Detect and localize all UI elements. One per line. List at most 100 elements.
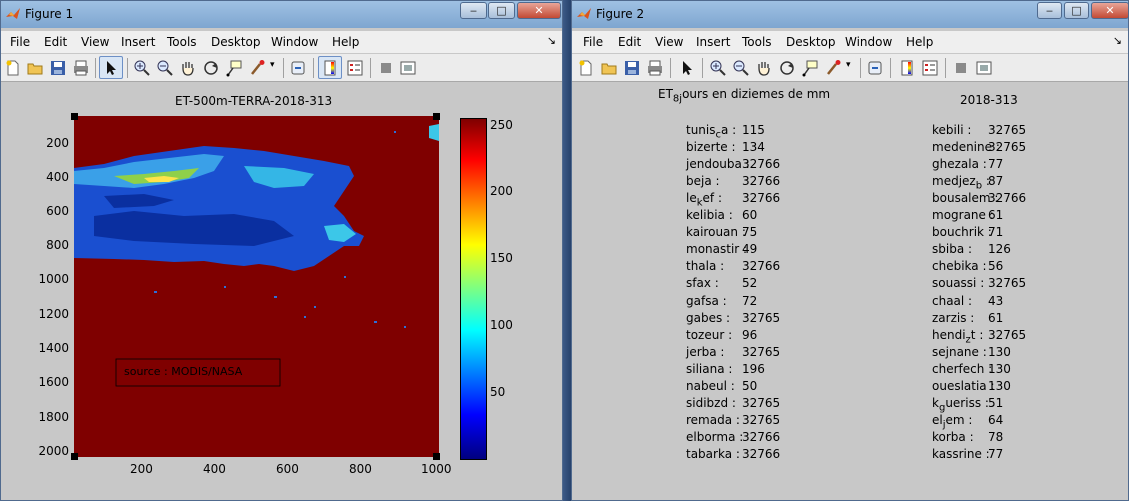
x-tick-label: 1000	[421, 462, 452, 476]
station-name-text: oueslatia :	[932, 378, 995, 393]
insert-colorbar-icon[interactable]	[321, 59, 339, 77]
station-name: remada :	[686, 413, 740, 427]
new-file-icon[interactable]	[577, 59, 595, 77]
y-tick-label: 1000	[38, 272, 69, 286]
menu-desktop[interactable]: Desktop	[786, 35, 836, 49]
y-tick-label: 800	[46, 238, 69, 252]
data-cursor-icon[interactable]	[225, 59, 243, 77]
dock-arrow-icon[interactable]: ↘	[547, 34, 556, 47]
station-name-text: gabes :	[686, 310, 731, 325]
x-tick-label: 800	[349, 462, 372, 476]
zoom-out-icon[interactable]	[732, 59, 750, 77]
rotate-3d-icon[interactable]	[778, 59, 796, 77]
new-file-icon[interactable]	[4, 59, 22, 77]
brush-icon[interactable]	[824, 59, 842, 77]
menu-insert[interactable]: Insert	[121, 35, 155, 49]
insert-legend-icon[interactable]	[921, 59, 939, 77]
menu-help[interactable]: Help	[906, 35, 933, 49]
menu-tools[interactable]: Tools	[742, 35, 772, 49]
station-name-text: thala :	[686, 259, 725, 274]
station-name-text: korba :	[932, 429, 974, 444]
colorbar-tick-label: 150	[490, 251, 513, 265]
window-title: Figure 2	[596, 7, 645, 21]
hide-plot-tools-icon[interactable]	[952, 59, 970, 77]
station-value: 32765	[742, 395, 781, 410]
open-folder-icon[interactable]	[26, 59, 44, 77]
print-icon[interactable]	[72, 59, 90, 77]
close-button[interactable]: ✕	[517, 2, 561, 19]
maximize-button[interactable]: □	[1064, 2, 1089, 19]
menu-window[interactable]: Window	[845, 35, 892, 49]
show-plot-tools-icon[interactable]	[975, 59, 993, 77]
data-cursor-icon[interactable]	[801, 59, 819, 77]
zoom-out-icon[interactable]	[156, 59, 174, 77]
brush-dropdown-icon[interactable]: ▾	[270, 60, 275, 70]
selection-handle[interactable]	[71, 453, 78, 460]
minimize-button[interactable]: ‒	[1037, 2, 1062, 19]
station-name-text: tozeur :	[686, 327, 733, 342]
station-value: 96	[742, 327, 758, 342]
save-icon[interactable]	[49, 59, 67, 77]
station-name: korba :	[932, 430, 974, 444]
station-value: 130	[988, 344, 1011, 359]
link-plot-icon[interactable]	[866, 59, 884, 77]
station-name-text: hendi	[932, 327, 966, 342]
minimize-button[interactable]: ‒	[460, 2, 487, 19]
menu-window[interactable]: Window	[271, 35, 318, 49]
figure-2-titlebar[interactable]: Figure 2 ‒ □ ✕	[572, 1, 1129, 28]
selection-handle[interactable]	[433, 453, 440, 460]
brush-dropdown-icon[interactable]: ▾	[846, 60, 851, 70]
menu-help[interactable]: Help	[332, 35, 359, 49]
menu-file[interactable]: File	[10, 35, 30, 49]
zoom-in-icon[interactable]	[133, 59, 151, 77]
station-value: 115	[742, 123, 765, 137]
et-map-image[interactable]	[74, 116, 439, 457]
y-tick-label: 1600	[38, 375, 69, 389]
selection-handle[interactable]	[433, 113, 440, 120]
station-name: medjezb :	[932, 174, 990, 191]
pan-hand-icon[interactable]	[755, 59, 773, 77]
station-name: sejnane :	[932, 345, 987, 359]
insert-colorbar-icon[interactable]	[898, 59, 916, 77]
zoom-in-icon[interactable]	[709, 59, 727, 77]
insert-legend-icon[interactable]	[346, 59, 364, 77]
station-name-text: kebili :	[932, 123, 972, 137]
colorbar[interactable]	[460, 118, 487, 460]
print-icon[interactable]	[646, 59, 664, 77]
selection-handle[interactable]	[71, 113, 78, 120]
menu-edit[interactable]: Edit	[618, 35, 641, 49]
figure-1-titlebar[interactable]: Figure 1 ‒ □ ✕	[1, 1, 562, 28]
open-folder-icon[interactable]	[600, 59, 618, 77]
close-button[interactable]: ✕	[1091, 2, 1129, 19]
colorbar-tick-label: 50	[490, 385, 506, 399]
menu-insert[interactable]: Insert	[696, 35, 730, 49]
menu-tools[interactable]: Tools	[167, 35, 197, 49]
station-name: gafsa :	[686, 294, 727, 308]
pan-hand-icon[interactable]	[179, 59, 197, 77]
brush-icon[interactable]	[248, 59, 266, 77]
dock-arrow-icon[interactable]: ↘	[1113, 34, 1122, 47]
station-name: jerba :	[686, 345, 724, 359]
maximize-button[interactable]: □	[488, 2, 515, 19]
menu-edit[interactable]: Edit	[44, 35, 67, 49]
station-name: bizerte :	[686, 140, 736, 154]
pointer-arrow-icon[interactable]	[102, 59, 120, 77]
menu-view[interactable]: View	[81, 35, 109, 49]
show-plot-tools-icon[interactable]	[399, 59, 417, 77]
pointer-arrow-icon[interactable]	[678, 59, 696, 77]
menu-view[interactable]: View	[655, 35, 683, 49]
station-value: 32766	[742, 259, 781, 274]
hide-plot-tools-icon[interactable]	[377, 59, 395, 77]
station-name: zarzis :	[932, 311, 974, 325]
figure-2-canvas: ET8jours en diziemes de mm 2018-313 tuni…	[572, 83, 1128, 500]
rotate-3d-icon[interactable]	[202, 59, 220, 77]
menu-file[interactable]: File	[583, 35, 603, 49]
station-value: 32766	[742, 174, 781, 189]
colorbar-tick-label: 250	[490, 118, 513, 132]
save-icon[interactable]	[623, 59, 641, 77]
station-name-rest: em :	[945, 412, 973, 427]
menu-desktop[interactable]: Desktop	[211, 35, 261, 49]
station-value: 77	[988, 157, 1004, 172]
x-tick-label: 600	[276, 462, 299, 476]
link-plot-icon[interactable]	[289, 59, 307, 77]
